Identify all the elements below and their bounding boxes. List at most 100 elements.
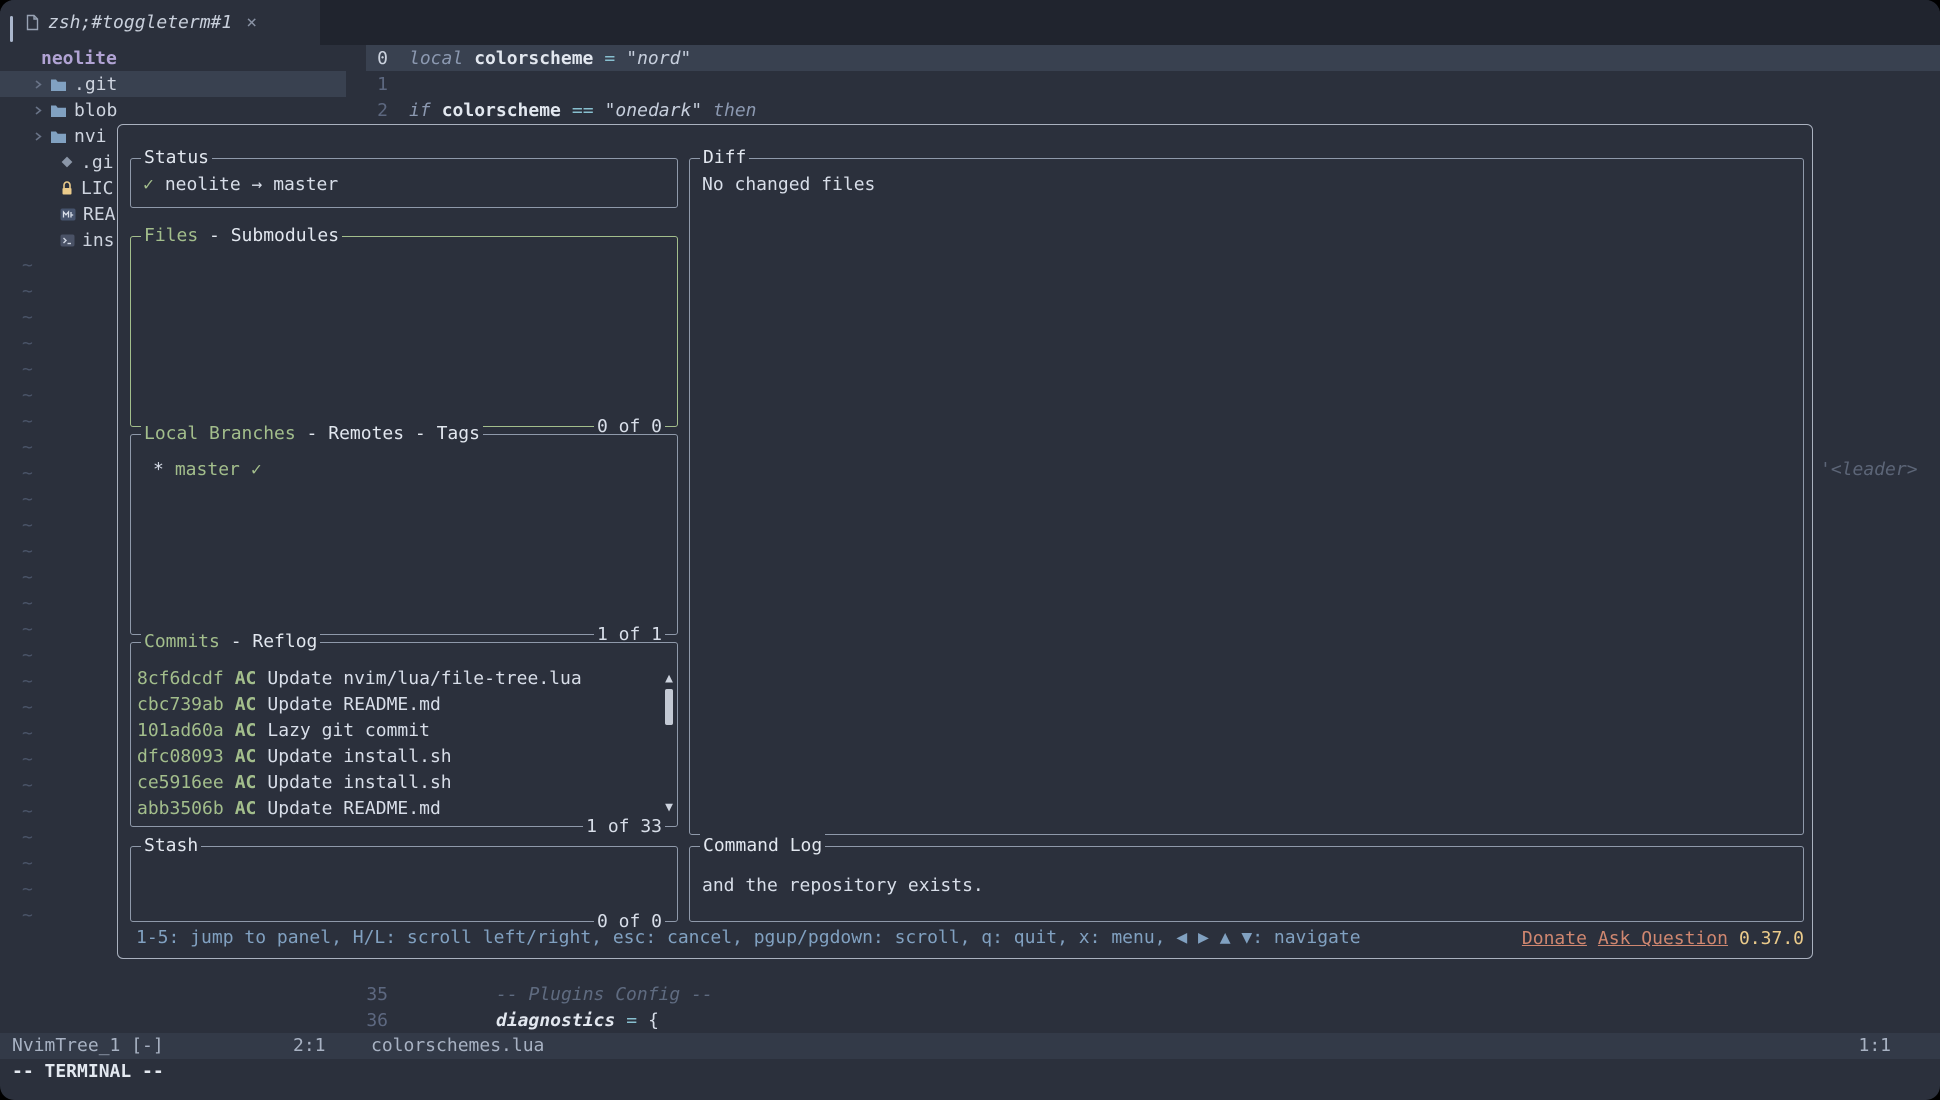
commit-row[interactable]: 101ad60a AC Lazy git commit bbox=[137, 717, 653, 743]
code-keyword: local bbox=[409, 48, 463, 69]
branch-name: master bbox=[175, 459, 240, 480]
code-operator: == bbox=[572, 100, 594, 121]
git-icon bbox=[60, 155, 74, 169]
commit-message: Update nvim/lua/file-tree.lua bbox=[267, 668, 581, 689]
code-brace: { bbox=[648, 1010, 659, 1031]
empty-line-tilde: ~ bbox=[22, 799, 33, 825]
commit-row[interactable]: 8cf6dcdfACUpdate nvim/lua/file-tree.lua bbox=[137, 665, 653, 691]
file-icon bbox=[26, 14, 39, 31]
commit-row[interactable]: abb3506bACUpdate README.md bbox=[137, 795, 653, 821]
empty-lines: ~~~~~~~~~~~~~~~~~~~~~~~~~~ bbox=[22, 253, 33, 929]
close-icon[interactable]: × bbox=[246, 12, 257, 33]
empty-line-tilde: ~ bbox=[22, 721, 33, 747]
panel-commits[interactable]: Commits - Reflog 8cf6dcdfACUpdate nvim/l… bbox=[130, 642, 678, 827]
commit-author: AC bbox=[235, 720, 257, 741]
code-identifier: colorscheme bbox=[474, 48, 593, 69]
empty-line-tilde: ~ bbox=[22, 747, 33, 773]
code-line-1: 1 bbox=[366, 71, 1940, 97]
panel-stash[interactable]: Stash 0 of 0 bbox=[130, 846, 678, 922]
editor-top: 0 localcolorscheme="nord" 1 2 ifcolorsch… bbox=[366, 45, 1940, 123]
commit-author: AC bbox=[235, 798, 257, 819]
tab-reflog[interactable]: - Reflog bbox=[220, 630, 318, 654]
statusline-file-name: colorschemes.lua bbox=[371, 1033, 544, 1059]
tab-local-branches[interactable]: Local Branches bbox=[144, 422, 296, 446]
scrollbar-thumb[interactable] bbox=[665, 689, 673, 725]
empty-line-tilde: ~ bbox=[22, 565, 33, 591]
panel-files[interactable]: Files - Submodules 0 of 0 bbox=[130, 236, 678, 427]
empty-line-tilde: ~ bbox=[22, 877, 33, 903]
active-tab-indicator bbox=[10, 16, 13, 42]
statusline: NvimTree_1 [-] 2:1 colorschemes.lua 1:1 bbox=[0, 1033, 1940, 1059]
branch-row[interactable]: *master✓ bbox=[153, 456, 665, 482]
empty-line-tilde: ~ bbox=[22, 617, 33, 643]
commit-hash: abb3506b bbox=[137, 798, 224, 819]
empty-line-tilde: ~ bbox=[22, 539, 33, 565]
folder-icon bbox=[50, 103, 67, 118]
commit-message: Update install.sh bbox=[267, 746, 451, 767]
line-number: 2 bbox=[366, 100, 388, 121]
panel-diff[interactable]: Diff No changed files bbox=[689, 158, 1804, 835]
panel-stash-title: Stash bbox=[144, 834, 198, 858]
commit-author: AC bbox=[235, 772, 257, 793]
command-log-line: and the repository exists. bbox=[702, 872, 1791, 898]
panel-branches[interactable]: Local Branches - Remotes - Tags *master✓… bbox=[130, 434, 678, 635]
folder-icon bbox=[50, 77, 67, 92]
readme-icon bbox=[60, 208, 76, 221]
panel-status[interactable]: Status ✓neolite → master bbox=[130, 158, 678, 208]
tab-commits[interactable]: Commits bbox=[144, 630, 220, 654]
commit-author: AC bbox=[235, 668, 257, 689]
panel-diff-title: Diff bbox=[703, 146, 746, 170]
empty-line-tilde: ~ bbox=[22, 279, 33, 305]
status-line: ✓neolite → master bbox=[143, 171, 665, 197]
tree-item-label: REA bbox=[83, 204, 116, 225]
tree-item-label: .gi bbox=[81, 152, 114, 173]
empty-line-tilde: ~ bbox=[22, 461, 33, 487]
commit-hash: 101ad60a bbox=[137, 720, 224, 741]
tree-item-label: LIC bbox=[81, 178, 114, 199]
commits-count: 1 of 33 bbox=[583, 815, 665, 839]
tree-item-label: ins bbox=[82, 230, 115, 251]
version-label: 0.37.0 bbox=[1739, 928, 1804, 949]
empty-line-tilde: ~ bbox=[22, 305, 33, 331]
donate-link[interactable]: Donate bbox=[1522, 928, 1587, 949]
code-identifier: diagnostics bbox=[496, 1010, 615, 1031]
empty-line-tilde: ~ bbox=[22, 409, 33, 435]
commit-message: Update install.sh bbox=[267, 772, 451, 793]
empty-line-tilde: ~ bbox=[22, 591, 33, 617]
commit-hash: cbc739ab bbox=[137, 694, 224, 715]
tab-remotes-tags[interactable]: - Remotes - Tags bbox=[296, 422, 480, 446]
leader-hint: '<leader> bbox=[1820, 457, 1918, 483]
empty-line-tilde: ~ bbox=[22, 695, 33, 721]
ask-question-link[interactable]: Ask Question bbox=[1598, 928, 1728, 949]
diff-message: No changed files bbox=[702, 171, 1791, 197]
commit-row[interactable]: dfc08093ACUpdate install.sh bbox=[137, 743, 653, 769]
tree-item-blob[interactable]: blob bbox=[0, 97, 346, 123]
tree-item-git[interactable]: .git bbox=[0, 71, 346, 97]
statusline-tree-position: 2:1 bbox=[293, 1033, 326, 1059]
commit-hash: dfc08093 bbox=[137, 746, 224, 767]
code-keyword: then bbox=[713, 100, 756, 121]
chevron-right-icon bbox=[33, 131, 43, 142]
chevron-right-icon bbox=[33, 79, 43, 90]
code-line-35: 35 -- Plugins Config -- bbox=[366, 981, 1940, 1007]
panel-command-log[interactable]: Command Log and the repository exists. bbox=[689, 846, 1804, 922]
code-line-2: 2 ifcolorscheme=="onedark"then bbox=[366, 97, 1940, 123]
commit-message: Update README.md bbox=[267, 694, 440, 715]
tab-toggleterm[interactable]: zsh;#toggleterm#1 × bbox=[0, 0, 320, 45]
code-string: "onedark" bbox=[605, 100, 703, 121]
tree-root[interactable]: neolite bbox=[0, 45, 346, 71]
tree-item-label: blob bbox=[74, 100, 117, 121]
tree-item-label: .git bbox=[74, 74, 117, 95]
commit-message: Lazy git commit bbox=[267, 720, 430, 741]
tab-files[interactable]: Files bbox=[144, 224, 198, 248]
commit-hash: ce5916ee bbox=[137, 772, 224, 793]
script-icon bbox=[60, 234, 75, 247]
command-log-text: and the repository exists. bbox=[702, 875, 984, 896]
commit-row[interactable]: ce5916ee AC Update install.sh bbox=[137, 769, 653, 795]
commit-row[interactable]: cbc739abACUpdate README.md bbox=[137, 691, 653, 717]
empty-line-tilde: ~ bbox=[22, 643, 33, 669]
code-comment: -- Plugins Config -- bbox=[496, 984, 713, 1005]
tree-item-label: nvi bbox=[74, 126, 107, 147]
tabline: zsh;#toggleterm#1 × bbox=[0, 0, 1940, 45]
tab-submodules[interactable]: - Submodules bbox=[198, 224, 339, 248]
